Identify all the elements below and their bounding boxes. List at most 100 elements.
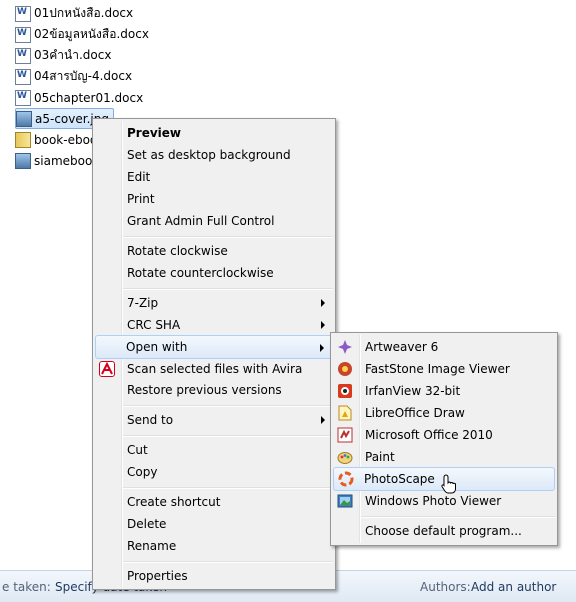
menu-item-rotate-clockwise[interactable]: Rotate clockwise xyxy=(95,240,333,262)
app-item-microsoft-office[interactable]: Microsoft Office 2010 xyxy=(333,424,555,446)
image-file-icon xyxy=(16,110,32,127)
microsoft-office-icon xyxy=(337,427,353,443)
menu-item-label: FastStone Image Viewer xyxy=(365,362,510,376)
submenu-arrow-icon xyxy=(320,344,324,352)
menu-item-label: Create shortcut xyxy=(127,495,221,509)
submenu-arrow-icon xyxy=(321,416,325,424)
app-item-faststone[interactable]: FastStone Image Viewer xyxy=(333,358,555,380)
menu-item-label: IrfanView 32-bit xyxy=(365,384,461,398)
avira-icon xyxy=(99,361,115,377)
menu-item-label: Grant Admin Full Control xyxy=(127,214,275,228)
menu-item-label: Open with xyxy=(126,340,188,354)
menu-item-label: LibreOffice Draw xyxy=(365,406,465,420)
open-with-submenu: Artweaver 6 FastStone Image Viewer Irfan… xyxy=(330,332,558,546)
context-menu: Preview Set as desktop background Edit P… xyxy=(92,118,336,590)
menu-item-label: Choose default program... xyxy=(365,524,522,538)
menu-item-rotate-counterclockwise[interactable]: Rotate counterclockwise xyxy=(95,262,333,284)
menu-item-label: Print xyxy=(127,192,155,206)
file-item[interactable]: 04สารบัญ-4.docx xyxy=(15,66,136,87)
menu-item-label: Microsoft Office 2010 xyxy=(365,428,493,442)
photoscape-icon xyxy=(338,471,354,487)
menu-separator xyxy=(123,487,333,489)
file-item[interactable]: book-eboo xyxy=(15,129,101,150)
menu-item-restore-previous-versions[interactable]: Restore previous versions xyxy=(95,379,333,401)
app-item-paint[interactable]: Paint xyxy=(333,446,555,468)
menu-item-label: 7-Zip xyxy=(127,296,159,310)
menu-separator xyxy=(123,288,333,290)
menu-item-choose-default-program[interactable]: Choose default program... xyxy=(333,520,555,542)
date-taken-label: e taken: xyxy=(2,580,51,594)
file-item[interactable]: siamebook xyxy=(15,150,103,171)
libreoffice-draw-icon xyxy=(337,405,353,421)
menu-separator xyxy=(123,561,333,563)
menu-separator xyxy=(123,236,333,238)
menu-item-rename[interactable]: Rename xyxy=(95,535,333,557)
menu-item-label: Restore previous versions xyxy=(127,383,282,397)
irfanview-icon xyxy=(337,383,353,399)
artweaver-icon xyxy=(337,339,353,355)
file-name: 05chapter01.docx xyxy=(34,90,144,105)
word-document-icon xyxy=(15,26,31,43)
file-item[interactable]: 05chapter01.docx xyxy=(15,87,147,108)
menu-item-label: Rotate clockwise xyxy=(127,244,228,258)
menu-item-label: Rename xyxy=(127,539,177,553)
file-name: 03คำนำ.docx xyxy=(34,48,112,62)
menu-separator xyxy=(361,516,555,518)
menu-item-grant-admin[interactable]: Grant Admin Full Control xyxy=(95,210,333,232)
menu-item-label: Properties xyxy=(127,569,188,583)
menu-item-open-with[interactable]: Open with xyxy=(95,335,333,359)
menu-item-delete[interactable]: Delete xyxy=(95,513,333,535)
word-document-icon xyxy=(15,47,31,64)
image-file-icon xyxy=(15,152,31,169)
menu-separator xyxy=(123,435,333,437)
menu-item-preview[interactable]: Preview xyxy=(95,122,333,144)
menu-item-copy[interactable]: Copy xyxy=(95,461,333,483)
menu-item-label: Paint xyxy=(365,450,395,464)
menu-item-label: Edit xyxy=(127,170,151,184)
word-document-icon xyxy=(15,5,31,22)
menu-item-label: Copy xyxy=(127,465,158,479)
menu-item-send-to[interactable]: Send to xyxy=(95,409,333,431)
file-name: book-eboo xyxy=(34,132,98,147)
menu-item-crc-sha[interactable]: CRC SHA xyxy=(95,314,333,336)
menu-item-create-shortcut[interactable]: Create shortcut xyxy=(95,491,333,513)
menu-item-print[interactable]: Print xyxy=(95,188,333,210)
file-name: 02ข้อมูลหนังสือ.docx xyxy=(34,27,149,41)
menu-item-label: Delete xyxy=(127,517,167,531)
file-item[interactable]: 03คำนำ.docx xyxy=(15,45,115,66)
menu-item-label: Scan selected files with Avira xyxy=(127,362,303,376)
menu-item-scan-avira[interactable]: Scan selected files with Avira xyxy=(95,358,333,380)
file-item[interactable]: 01ปกหนังสือ.docx xyxy=(15,3,137,24)
word-document-icon xyxy=(15,68,31,85)
menu-item-label: PhotoScape xyxy=(364,472,435,486)
authors-label: Authors: xyxy=(420,580,471,594)
file-item[interactable]: 02ข้อมูลหนังสือ.docx xyxy=(15,24,153,45)
file-name: 04สารบัญ-4.docx xyxy=(34,69,133,83)
menu-separator xyxy=(123,405,333,407)
word-document-icon xyxy=(15,89,31,106)
file-name: 01ปกหนังสือ.docx xyxy=(34,6,134,20)
menu-item-label: Windows Photo Viewer xyxy=(365,494,502,508)
menu-item-7zip[interactable]: 7-Zip xyxy=(95,292,333,314)
windows-photo-viewer-icon xyxy=(337,493,353,509)
zip-folder-icon xyxy=(15,131,31,148)
menu-item-label: Rotate counterclockwise xyxy=(127,266,274,280)
menu-item-label: Preview xyxy=(127,126,182,140)
file-name: siamebook xyxy=(34,153,100,168)
app-item-libreoffice-draw[interactable]: LibreOffice Draw xyxy=(333,402,555,424)
menu-item-label: Cut xyxy=(127,443,148,457)
menu-item-set-desktop-background[interactable]: Set as desktop background xyxy=(95,144,333,166)
menu-item-label: Artweaver 6 xyxy=(365,340,439,354)
authors-value[interactable]: Add an author xyxy=(471,580,556,594)
app-item-irfanview[interactable]: IrfanView 32-bit xyxy=(333,380,555,402)
menu-item-cut[interactable]: Cut xyxy=(95,439,333,461)
menu-item-edit[interactable]: Edit xyxy=(95,166,333,188)
paint-icon xyxy=(337,449,353,465)
menu-item-label: Set as desktop background xyxy=(127,148,291,162)
menu-item-label: CRC SHA xyxy=(127,318,181,332)
faststone-icon xyxy=(337,361,353,377)
menu-item-properties[interactable]: Properties xyxy=(95,565,333,587)
mouse-pointer-icon xyxy=(441,474,456,494)
app-item-artweaver[interactable]: Artweaver 6 xyxy=(333,336,555,358)
menu-item-label: Send to xyxy=(127,413,174,427)
